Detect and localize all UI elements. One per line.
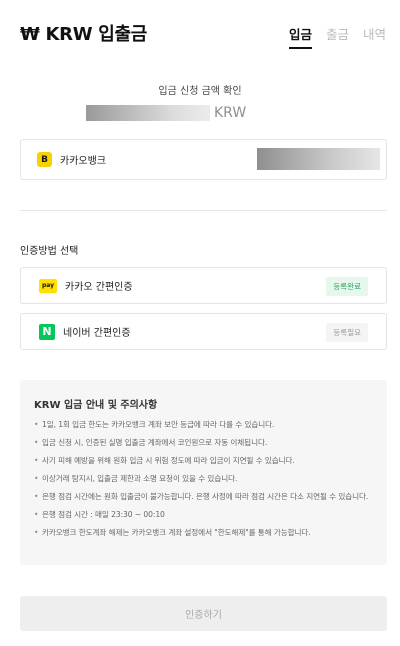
auth-option-kakao[interactable]: pay 카카오 간편인증 등록완료: [20, 267, 387, 304]
notice-item: 입금 신청 시, 인증된 실명 입출금 계좌에서 코인원으로 자동 이체됩니다.: [34, 437, 373, 449]
auth-option-label: 카카오 간편인증: [65, 282, 133, 293]
page-header: ₩ KRW 입출금 입금 출금 내역: [0, 0, 400, 64]
account-number-redacted-block: [257, 148, 380, 170]
tab-bar: 입금 출금 내역: [288, 24, 386, 49]
status-badge: 등록필요: [326, 323, 368, 342]
notice-item: 사기 피해 예방을 위해 원화 입금 시 위험 정도에 따라 입금이 지연될 수…: [34, 455, 373, 467]
amount-unit: KRW: [214, 105, 247, 121]
auth-option-naver[interactable]: N 네이버 간편인증 등록필요: [20, 313, 387, 350]
tab-deposit[interactable]: 입금: [288, 24, 312, 49]
status-badge: 등록완료: [326, 277, 368, 296]
bank-name: 카카오뱅크: [60, 156, 106, 167]
notice-item: 은행 점검 시간 : 매일 23:30 ~ 00:10: [34, 509, 373, 521]
tab-withdraw[interactable]: 출금: [326, 24, 349, 49]
notice-item: 은행 점검 시간에는 원화 입출금이 불가능합니다. 은행 사정에 따라 점검 …: [34, 491, 373, 503]
notice-list: 1일, 1회 입금 한도는 카카오뱅크 계좌 보안 등급에 따라 다를 수 있습…: [34, 419, 373, 539]
amount-redacted-block: [86, 105, 210, 121]
auth-option-label: 네이버 간편인증: [63, 328, 131, 339]
notice-title: KRW 입금 안내 및 주의사항: [34, 400, 158, 411]
page-title: ₩ KRW 입출금: [20, 24, 148, 45]
kakaobank-logo-icon: B: [37, 152, 52, 167]
notice-item: 카카오뱅크 한도계좌 해제는 카카오뱅크 계좌 설정에서 "한도해제"를 통해 …: [34, 527, 373, 539]
bank-account-box: B 카카오뱅크: [20, 139, 387, 180]
deposit-amount: KRW: [86, 104, 246, 122]
notice-panel: KRW 입금 안내 및 주의사항 1일, 1회 입금 한도는 카카오뱅크 계좌 …: [20, 380, 387, 565]
notice-item: 1일, 1회 입금 한도는 카카오뱅크 계좌 보안 등급에 따라 다를 수 있습…: [34, 419, 373, 431]
authenticate-button[interactable]: 인증하기: [20, 596, 387, 631]
tab-history[interactable]: 내역: [363, 24, 386, 49]
naver-logo-icon: N: [39, 323, 55, 340]
auth-section-label: 인증방법 선택: [20, 246, 79, 257]
deposit-confirm-label: 입금 신청 금액 확인: [158, 86, 242, 97]
section-divider: [20, 210, 387, 211]
kakaopay-logo-icon: pay: [39, 278, 57, 293]
notice-item: 이상거래 탐지시, 입출금 제한과 소명 요청이 있을 수 있습니다.: [34, 473, 373, 485]
